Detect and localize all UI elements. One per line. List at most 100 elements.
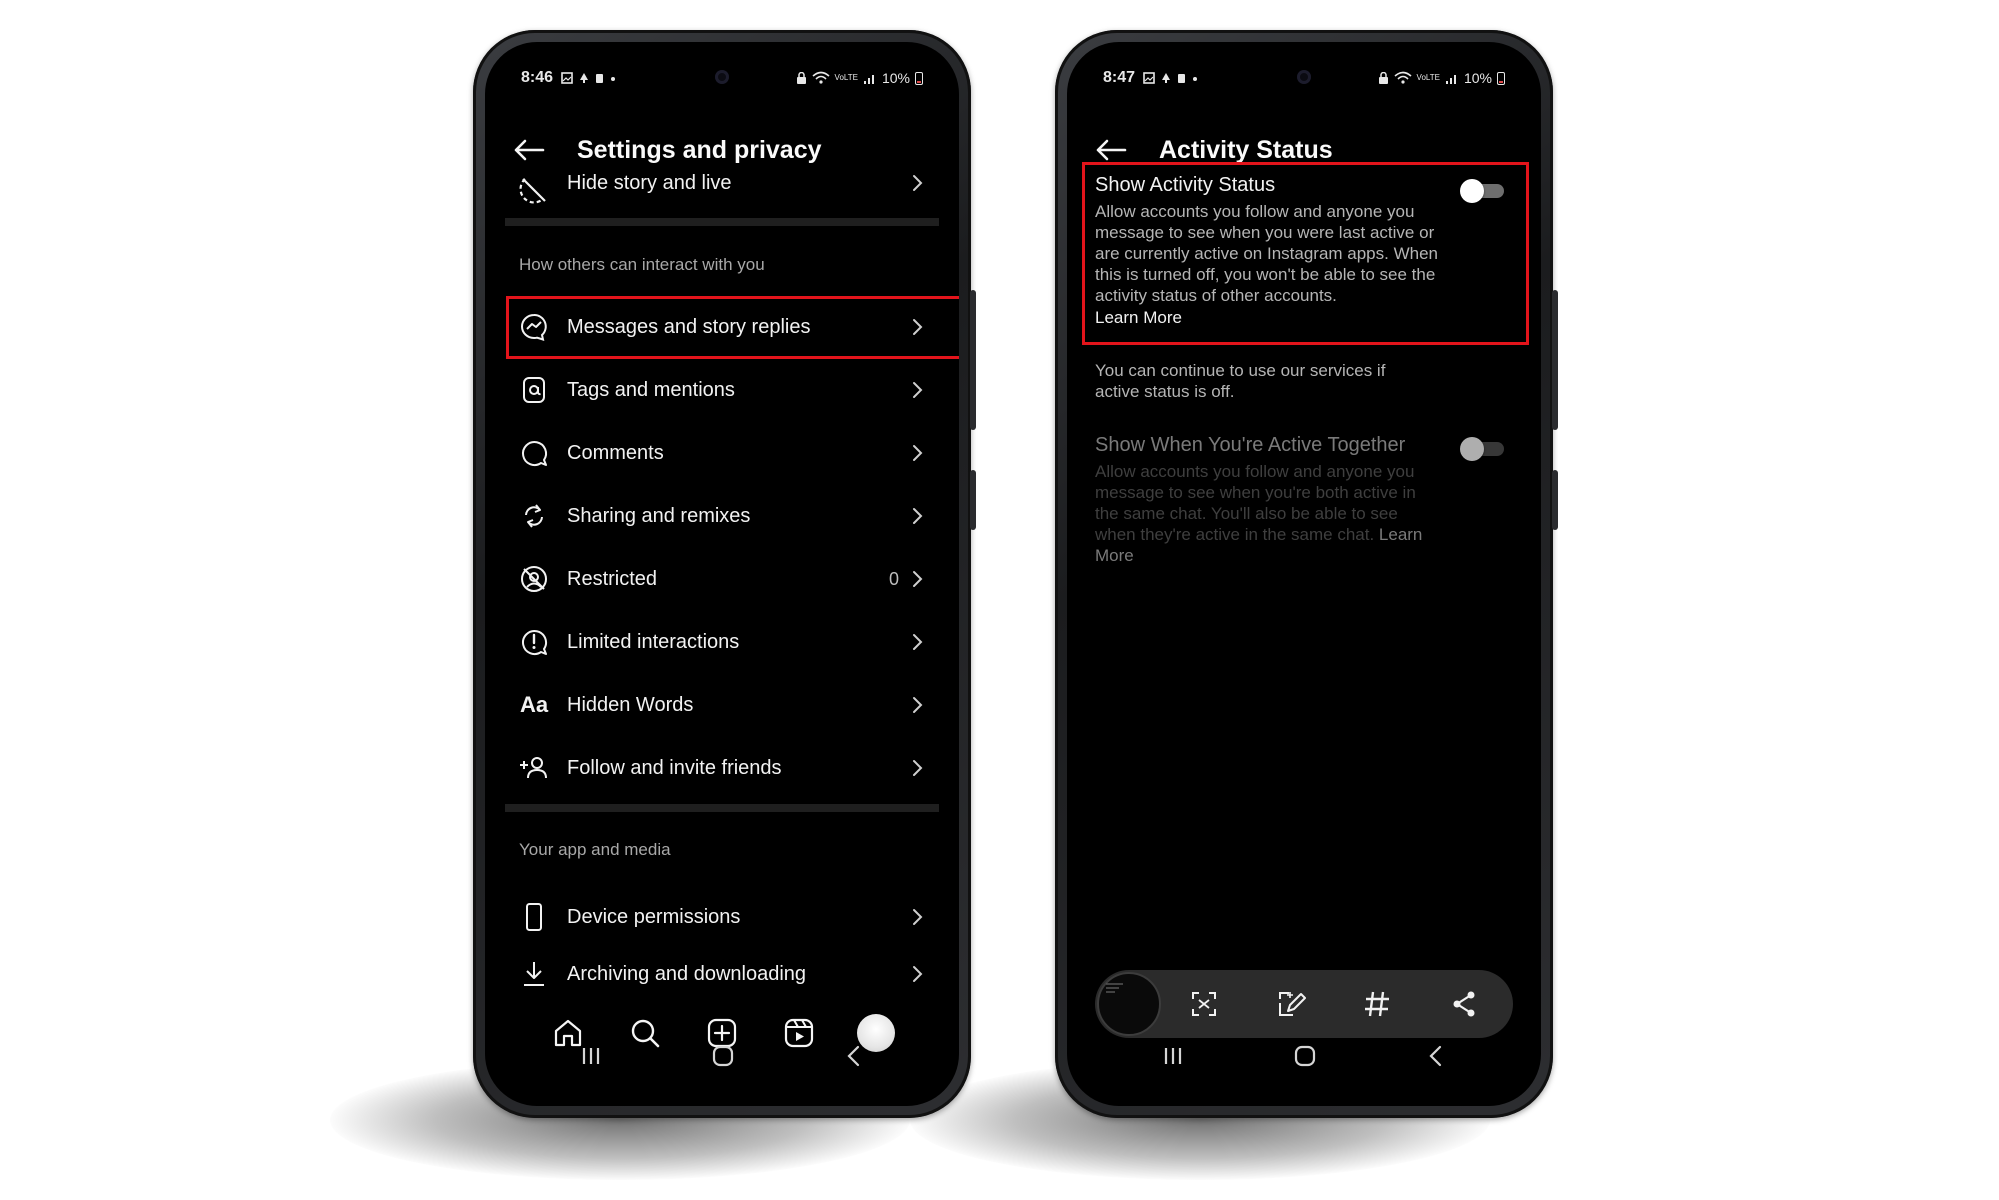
section-header-interact: How others can interact with you [519,255,765,274]
back-button[interactable] [513,130,553,170]
hide-story-icon [517,173,551,207]
scan-icon[interactable] [1184,984,1224,1024]
settings-item-limited[interactable]: Limited interactions [505,613,939,671]
settings-item-label: Hide story and live [567,172,732,194]
setting-title: Show When You're Active Together [1095,434,1406,456]
settings-item-device-permissions[interactable]: Device permissions [505,888,939,946]
toggle-knob [1460,437,1484,461]
edit-icon[interactable] [1271,984,1311,1024]
setting-description-text: Allow accounts you follow and anyone you… [1095,462,1416,544]
settings-item-tags[interactable]: Tags and mentions [505,361,939,419]
volte-label: VoLTE [1416,73,1440,82]
settings-item-label: Follow and invite friends [567,756,782,779]
chevron-right-icon [913,760,923,776]
phone-left: 8:46 VoLTE 10% Settings and privacy Hide… [473,30,976,1118]
front-camera [715,70,729,84]
alert-icon [517,625,551,659]
back-arrow-icon [514,139,545,161]
chevron-right-icon [913,697,923,713]
note-text: You can continue to use our services if … [1095,361,1386,401]
section-divider [505,218,939,226]
menu-lines-icon [1106,983,1123,993]
recents-icon[interactable] [1162,1045,1184,1067]
phone-right: 8:47 VoLTE 10% Activity Status Show Acti… [1055,30,1558,1118]
recents-icon[interactable] [580,1045,602,1067]
chevron-right-icon [913,966,923,982]
screenshot-thumbnail[interactable] [1097,972,1161,1036]
settings-item-archiving[interactable]: Archiving and downloading [505,951,939,997]
restricted-count: 0 [888,568,899,589]
highlight-messages [506,296,959,359]
system-nav [1107,1036,1501,1076]
page-title: Activity Status [1159,135,1333,164]
home-button-icon[interactable] [711,1044,735,1068]
share-icon[interactable] [1444,984,1484,1024]
notification-icons [561,72,616,84]
chevron-right-icon [913,571,923,587]
refresh-icon [517,499,551,533]
toolbar-actions [1161,984,1513,1024]
active-status-note: You can continue to use our services if … [1095,360,1421,402]
settings-item-follow[interactable]: Follow and invite friends [505,739,939,797]
hashtag-icon[interactable] [1357,984,1397,1024]
notification-icons [1143,72,1198,84]
chevron-right-icon [913,175,923,191]
wifi-icon [812,71,830,84]
chevron-right-icon [913,909,923,925]
add-person-icon [517,751,551,785]
text-icon: Aa [519,692,549,717]
battery-percent: 10% [881,70,910,86]
settings-item-hide-story[interactable]: Hide story and live [505,172,939,208]
settings-item-hidden-words[interactable]: Aa Hidden Words [505,676,939,734]
settings-item-label: Archiving and downloading [567,962,807,985]
signal-icon [863,74,874,84]
chevron-right-icon [913,634,923,650]
battery-percent: 10% [1463,70,1492,86]
chevron-right-icon [913,445,923,461]
settings-item-label: Comments [567,441,664,464]
activity-status-screen: 8:47 VoLTE 10% Activity Status Show Acti… [1067,42,1541,1106]
chevron-right-icon [913,508,923,524]
highlight-show-activity [1082,162,1529,345]
section-header-app: Your app and media [519,840,671,859]
status-time: 8:47 [1103,69,1136,86]
status-right: VoLTE 10% [796,70,923,86]
page-title: Settings and privacy [577,135,822,164]
status-bar: 8:47 VoLTE 10% [1103,66,1505,90]
home-button-icon[interactable] [1293,1044,1317,1068]
setting-description: Allow accounts you follow and anyone you… [1095,461,1441,566]
restricted-icon [517,562,551,596]
system-nav [525,1036,919,1076]
at-sign-icon [517,373,551,407]
settings-item-sharing[interactable]: Sharing and remixes [505,487,939,545]
settings-item-label: Sharing and remixes [567,504,751,527]
settings-item-label: Tags and mentions [567,378,735,401]
learn-more-link[interactable]: Learn [1379,525,1422,544]
status-time: 8:46 [521,69,554,86]
system-back-icon[interactable] [1426,1045,1446,1067]
system-back-icon[interactable] [844,1045,864,1067]
signal-icon [1445,74,1456,84]
chevron-right-icon [913,382,923,398]
active-together-toggle[interactable] [1460,436,1504,461]
battery-icon [1497,71,1505,85]
status-right: VoLTE 10% [1378,70,1505,86]
screenshot-toolbar [1095,970,1513,1038]
settings-item-comments[interactable]: Comments [505,424,939,482]
status-bar: 8:46 VoLTE 10% [521,66,923,90]
settings-item-label: Device permissions [567,905,741,928]
active-together-setting: Show When You're Active Together Allow a… [1095,434,1441,566]
volte-label: VoLTE [834,73,858,82]
settings-item-label: Hidden Words [567,693,694,716]
back-arrow-icon [1096,139,1127,161]
battery-icon [915,71,923,85]
learn-more-link-cont[interactable]: More [1095,546,1134,565]
download-icon [517,957,551,991]
settings-screen: 8:46 VoLTE 10% Settings and privacy Hide… [485,42,959,1106]
settings-header: Settings and privacy [513,130,931,170]
phone-icon [517,900,551,934]
section-divider [505,804,939,812]
settings-item-restricted[interactable]: Restricted 0 [505,550,939,608]
settings-item-label: Restricted [567,567,658,590]
comment-icon [517,436,551,470]
